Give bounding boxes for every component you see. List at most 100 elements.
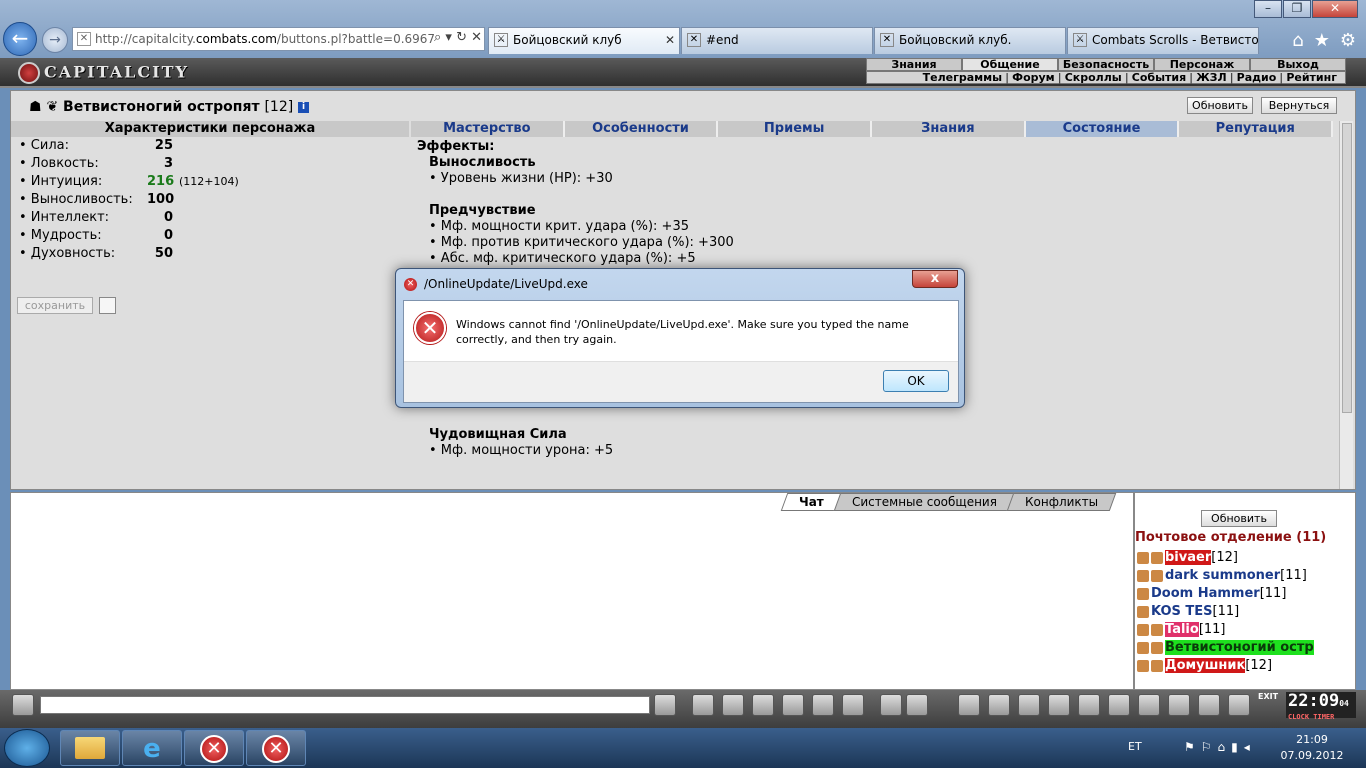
- ok-button[interactable]: OK: [883, 370, 949, 392]
- user-name[interactable]: bivaer: [1165, 550, 1212, 565]
- save-button[interactable]: сохранить: [17, 297, 93, 314]
- tab-features[interactable]: Особенности: [564, 121, 719, 137]
- stat-value: 3: [163, 156, 173, 171]
- tab-reputation[interactable]: Репутация: [1179, 121, 1334, 137]
- tab-techniques[interactable]: Приемы: [718, 121, 873, 137]
- menu-exit[interactable]: Выход: [1250, 58, 1346, 71]
- private-icon[interactable]: [812, 694, 834, 716]
- back-button[interactable]: ←: [3, 22, 37, 56]
- submenu-events[interactable]: События: [1132, 71, 1186, 84]
- taskbar-error-2[interactable]: ✕: [246, 730, 306, 766]
- tab-label: Бойцовский клуб.: [899, 33, 1012, 47]
- back-game-button[interactable]: Вернуться: [1261, 97, 1337, 114]
- menu-knowledge[interactable]: Знания: [866, 58, 962, 71]
- sound-icon[interactable]: [842, 694, 864, 716]
- filter-icon[interactable]: [722, 694, 744, 716]
- scroll-thumb[interactable]: [1342, 123, 1352, 413]
- user-name[interactable]: Ветвистоногий остр: [1165, 640, 1314, 655]
- language-indicator[interactable]: ET: [1128, 740, 1142, 753]
- stat-value: 25: [154, 138, 173, 153]
- mail-office-title[interactable]: Почтовое отделение (11): [1135, 530, 1326, 545]
- action-icon-1[interactable]: [958, 694, 980, 716]
- user-row[interactable]: Doom Hammer[11]: [1137, 586, 1286, 604]
- user-row[interactable]: Ветвистоногий остр: [1137, 640, 1314, 658]
- save-checkbox[interactable]: [99, 297, 116, 314]
- action-icon-5[interactable]: [1078, 694, 1100, 716]
- user-row[interactable]: dark summoner[11]: [1137, 568, 1307, 586]
- dialog-close-button[interactable]: x: [912, 270, 958, 288]
- menu-communication[interactable]: Общение: [962, 58, 1058, 71]
- character-name: ☗ ❦ Ветвистоногий остропят [12] i: [29, 99, 310, 115]
- helmet-icon[interactable]: [906, 694, 928, 716]
- home-icon[interactable]: ⌂: [1292, 30, 1303, 51]
- info-icon[interactable]: i: [298, 101, 310, 113]
- users-refresh-button[interactable]: Обновить: [1201, 510, 1277, 527]
- user-name[interactable]: KOS TES: [1151, 604, 1213, 619]
- taskbar-ie[interactable]: e: [122, 730, 182, 766]
- tab-2[interactable]: ✕ #end: [681, 27, 873, 54]
- favorites-star-icon[interactable]: ★: [1314, 30, 1330, 51]
- tab-state[interactable]: Состояние: [1025, 121, 1180, 137]
- chat-tab-system[interactable]: Системные сообщения: [833, 493, 1016, 511]
- refresh-button[interactable]: Обновить: [1187, 97, 1253, 114]
- address-controls[interactable]: ⌕ ▾ ↻ ✕: [434, 30, 482, 45]
- user-row[interactable]: Talio[11]: [1137, 622, 1226, 640]
- tab-close-icon[interactable]: ✕: [665, 28, 675, 53]
- user-row[interactable]: bivaer[12]: [1137, 550, 1238, 568]
- eraser-icon[interactable]: [692, 694, 714, 716]
- forward-button[interactable]: →: [42, 27, 68, 53]
- fight-icon[interactable]: [782, 694, 804, 716]
- submenu-forum[interactable]: Форум: [1012, 71, 1055, 84]
- close-window-icon[interactable]: ✕: [1312, 0, 1358, 18]
- user-name[interactable]: dark summoner: [1165, 568, 1280, 583]
- effects-scrollbar[interactable]: [1339, 121, 1353, 489]
- maximize-icon[interactable]: ❐: [1283, 0, 1311, 18]
- stat-label: • Духовность:: [19, 246, 116, 261]
- action-icon-7[interactable]: [1138, 694, 1160, 716]
- emoticon-icon[interactable]: [880, 694, 902, 716]
- action-icon-4[interactable]: [1048, 694, 1070, 716]
- tab-4[interactable]: ⚔ Combats Scrolls - Ветвистон...: [1067, 27, 1259, 54]
- save-chat-icon[interactable]: [752, 694, 774, 716]
- menu-character[interactable]: Персонаж: [1154, 58, 1250, 71]
- address-bar[interactable]: ✕ http://capitalcity. combats.com/buttons…: [72, 27, 485, 51]
- taskbar-error-1[interactable]: ✕: [184, 730, 244, 766]
- action-icon-10[interactable]: [1228, 694, 1250, 716]
- user-row[interactable]: Домушник[12]: [1137, 658, 1272, 676]
- submenu-rating[interactable]: Рейтинг: [1286, 71, 1337, 84]
- start-button[interactable]: [4, 729, 50, 767]
- action-icon-6[interactable]: [1108, 694, 1130, 716]
- smile-icon[interactable]: [12, 694, 34, 716]
- chat-input[interactable]: [40, 696, 650, 714]
- system-tray[interactable]: ⚑⚐⌂▮◂: [1184, 740, 1256, 754]
- user-name[interactable]: Домушник: [1165, 658, 1246, 673]
- submenu-scrolls[interactable]: Скроллы: [1065, 71, 1122, 84]
- taskbar-explorer[interactable]: [60, 730, 120, 766]
- action-icon-3[interactable]: [1018, 694, 1040, 716]
- user-name[interactable]: Talio: [1165, 622, 1199, 637]
- user-row[interactable]: KOS TES[11]: [1137, 604, 1239, 622]
- chat-tab-chat[interactable]: Чат: [780, 493, 843, 511]
- tab-knowledge[interactable]: Знания: [872, 121, 1026, 137]
- window-controls: – ❐ ✕: [1253, 0, 1358, 18]
- stat-label: • Интеллект:: [19, 210, 110, 225]
- settings-gear-icon[interactable]: ⚙: [1340, 30, 1356, 51]
- action-icon-9[interactable]: [1198, 694, 1220, 716]
- send-icon[interactable]: [654, 694, 676, 716]
- taskbar-clock[interactable]: 21:09 07.09.2012: [1272, 732, 1352, 764]
- tab-mastery[interactable]: Мастерство: [411, 121, 565, 137]
- submenu-telegrams[interactable]: Телеграммы: [923, 71, 1002, 84]
- minimize-icon[interactable]: –: [1254, 0, 1282, 18]
- user-name[interactable]: Doom Hammer: [1151, 586, 1260, 601]
- user-rank-icon: [1137, 605, 1149, 618]
- exit-button[interactable]: EXIT: [1258, 692, 1278, 701]
- tab-3[interactable]: ✕ Бойцовский клуб.: [874, 27, 1066, 54]
- chat-tab-conflicts[interactable]: Конфликты: [1006, 493, 1117, 511]
- action-icon-8[interactable]: [1168, 694, 1190, 716]
- tab-1[interactable]: ⚔ Бойцовский клуб ✕: [488, 27, 680, 54]
- submenu-radio[interactable]: Радио: [1237, 71, 1277, 84]
- game-logo: CAPITALCITY: [18, 62, 189, 84]
- submenu-zhzl[interactable]: ЖЗЛ: [1196, 71, 1226, 84]
- menu-security[interactable]: Безопасность: [1058, 58, 1154, 71]
- action-icon-2[interactable]: [988, 694, 1010, 716]
